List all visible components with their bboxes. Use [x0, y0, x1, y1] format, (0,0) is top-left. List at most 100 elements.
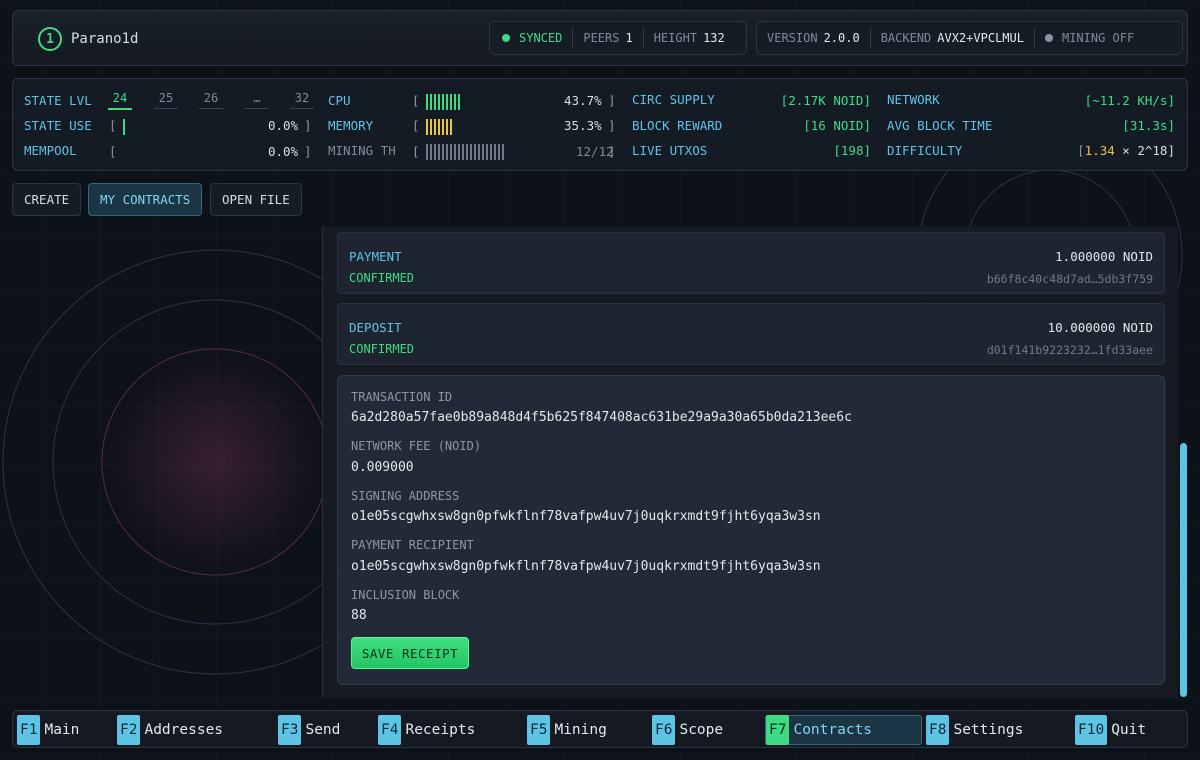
fkey-receipts[interactable]: F4 Receipts — [378, 715, 475, 745]
bar-segment — [466, 144, 468, 160]
function-key-bar: F1 Main F2 Addresses F3 Send F4 Receipts F5 M… — [12, 710, 1188, 748]
bar-segment — [434, 144, 436, 160]
transaction-detail: TRANSACTION ID 6a2d280a57fae0b89a848d4f5… — [337, 375, 1165, 685]
bar-segment — [454, 144, 456, 160]
bar-segment — [478, 144, 480, 160]
memory-pct: 35.3% — [564, 118, 602, 133]
bar-segment — [426, 144, 428, 160]
avg-block-time-value: [31.3s] — [1122, 118, 1175, 133]
inclusion-block-value: 88 — [351, 608, 367, 623]
cpu-pct: 43.7% — [564, 93, 602, 108]
signing-address-label: SIGNING ADDRESS — [351, 489, 460, 503]
bar-segment — [474, 144, 476, 160]
app-title: Parano1d — [71, 31, 139, 47]
fkey-send[interactable]: F3 Send — [278, 715, 340, 745]
bar-segment — [438, 119, 440, 135]
height-label: HEIGHT — [653, 31, 698, 45]
fkey-quit[interactable]: F10 Quit — [1075, 715, 1146, 745]
circ-supply-label: CIRC SUPPLY — [632, 92, 715, 107]
app-header: 1 Parano1d SYNCED PEERS 1 HEIGHT 132 VER… — [12, 10, 1188, 66]
mining-dot-icon — [1044, 34, 1053, 42]
fkey-contracts[interactable]: F7 Contracts — [765, 715, 922, 745]
bar-segment — [446, 94, 448, 110]
cpu-bar — [426, 94, 460, 110]
state-use-pct: 0.0% — [268, 118, 299, 133]
fkey-main[interactable]: F1 Main — [17, 715, 79, 745]
bar-segment — [430, 144, 432, 160]
stats-panel: STATE LVL 24 25 26 … 32 STATE USE [ 0.0%… — [12, 78, 1188, 171]
bar-segment — [434, 119, 436, 135]
state-level-tab[interactable]: 25 — [154, 91, 178, 109]
fkey-scope[interactable]: F6 Scope — [652, 715, 723, 745]
state-lvl-label: STATE LVL — [24, 93, 92, 108]
peers-label: PEERS — [583, 31, 620, 45]
bar-segment — [426, 119, 428, 135]
memory-bar — [426, 119, 452, 135]
bar-segment — [450, 94, 452, 110]
bar-segment — [462, 144, 464, 160]
my-contracts-button[interactable]: MY CONTRACTS — [88, 183, 203, 216]
save-receipt-button[interactable]: SAVE RECEIPT — [351, 637, 469, 669]
memory-label: MEMORY — [328, 118, 374, 133]
network-label: NETWORK — [887, 92, 940, 107]
logo-icon: 1 — [38, 27, 62, 51]
block-reward-label: BLOCK REWARD — [632, 118, 723, 133]
state-level-tab[interactable]: 24 — [108, 91, 132, 110]
system-info-group: VERSION 2.0.0 BACKEND AVX2+VPCLMUL MININ… — [756, 21, 1183, 55]
mining-threads-bar — [426, 144, 504, 160]
bar-segment — [454, 94, 456, 110]
backend-value: AVX2+VPCLMUL — [937, 31, 1024, 45]
bar-segment — [450, 119, 452, 135]
transaction-hash: b66f8c40c48d7ad…5db3f759 — [986, 272, 1153, 286]
mempool-pct: 0.0% — [268, 144, 299, 159]
bar-segment — [450, 144, 452, 160]
create-button[interactable]: CREATE — [12, 183, 82, 216]
open-file-button[interactable]: OPEN FILE — [210, 183, 302, 216]
cpu-label: CPU — [328, 93, 351, 108]
height-value: 132 — [703, 31, 725, 45]
signing-address-value: o1e05scgwhxsw8gn0pfwkflnf78vafpw4uv7j0uq… — [351, 509, 821, 524]
bar-segment — [434, 94, 436, 110]
transaction-status: CONFIRMED — [349, 271, 415, 285]
fkey-settings[interactable]: F8 Settings — [926, 715, 1023, 745]
recipient-label: PAYMENT RECIPIENT — [351, 538, 474, 552]
bar-segment — [442, 94, 444, 110]
sync-status-group: SYNCED PEERS 1 HEIGHT 132 — [489, 21, 747, 55]
live-utxos-value: [198] — [833, 143, 871, 158]
bar-segment — [502, 144, 504, 160]
state-level-tab[interactable]: … — [245, 91, 269, 109]
state-level-tab[interactable]: 32 — [290, 91, 314, 109]
txid-label: TRANSACTION ID — [351, 390, 453, 404]
block-reward-value: [16 NOID] — [803, 118, 871, 133]
txid-value: 6a2d280a57fae0b89a848d4f5b625f847408ac63… — [351, 410, 852, 425]
scrollbar-thumb[interactable] — [1180, 443, 1187, 697]
transaction-card[interactable]: PAYMENT CONFIRMED 1.000000 NOID b66f8c40… — [337, 232, 1165, 294]
contracts-panel: PAYMENT CONFIRMED 1.000000 NOID b66f8c40… — [322, 226, 1178, 698]
difficulty-label: DIFFICULTY — [887, 143, 963, 158]
version-value: 2.0.0 — [823, 31, 860, 45]
fkey-addresses[interactable]: F2 Addresses — [117, 715, 223, 745]
bar-segment — [498, 144, 500, 160]
live-utxos-label: LIVE UTXOS — [632, 143, 708, 158]
transaction-card[interactable]: DEPOSIT CONFIRMED 10.000000 NOID d01f141… — [337, 303, 1165, 365]
mempool-label: MEMPOOL — [24, 143, 77, 158]
fkey-mining[interactable]: F5 Mining — [527, 715, 607, 745]
difficulty-value: [1.34 × 2^18] — [1077, 143, 1175, 158]
fee-value: 0.009000 — [351, 460, 414, 475]
transaction-type: DEPOSIT — [349, 320, 402, 335]
bar-segment — [486, 144, 488, 160]
bar-segment — [442, 119, 444, 135]
bar-segment — [446, 119, 448, 135]
fee-label: NETWORK FEE (NOID) — [351, 439, 482, 453]
bar-segment — [470, 144, 472, 160]
avg-block-time-label: AVG BLOCK TIME — [887, 118, 993, 133]
mining-th-label: MINING TH — [328, 143, 396, 158]
transaction-amount: 1.000000 NOID — [1055, 249, 1153, 264]
sync-status: SYNCED — [519, 31, 563, 45]
inclusion-block-label: INCLUSION BLOCK — [351, 588, 460, 602]
mining-status: MINING OFF — [1061, 31, 1135, 45]
state-level-tab[interactable]: 26 — [199, 91, 223, 109]
bar-segment — [458, 94, 460, 110]
version-label: VERSION — [767, 31, 818, 45]
state-use-bar — [123, 119, 125, 135]
